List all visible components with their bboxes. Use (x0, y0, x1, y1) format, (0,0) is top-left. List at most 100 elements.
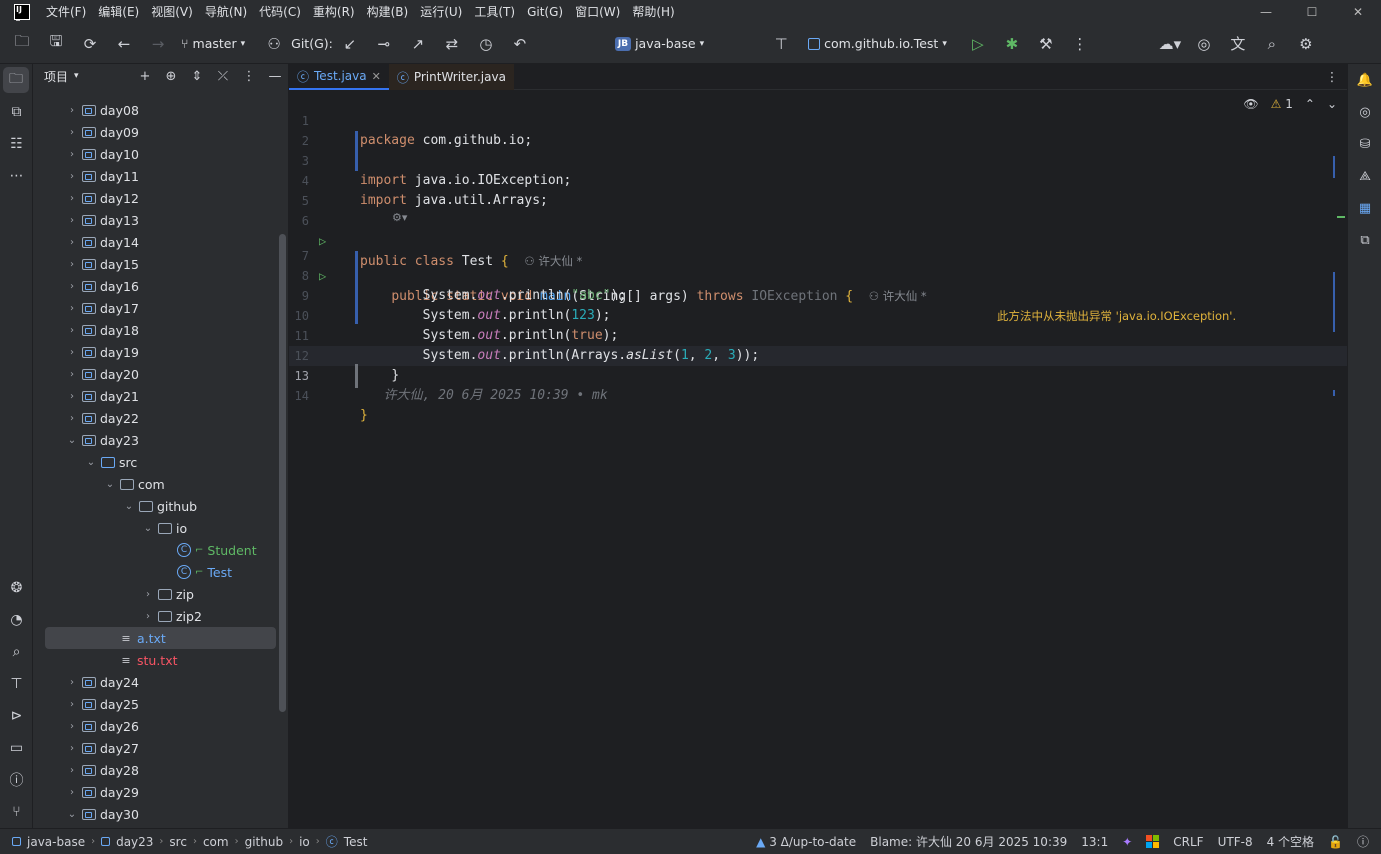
tree-node[interactable]: ⌄ day23 (33, 429, 288, 451)
tree-node[interactable]: ≡ a.txt (45, 627, 276, 649)
tree-node[interactable]: ≡ stu.txt (33, 649, 288, 671)
git-push-icon[interactable]: ↗ (401, 24, 435, 64)
menu-item[interactable]: 重构(R) (307, 0, 361, 24)
chevron-right-icon[interactable]: › (65, 193, 79, 204)
chevron-right-icon[interactable]: › (65, 369, 79, 380)
chevron-right-icon[interactable]: › (65, 325, 79, 336)
menu-item[interactable]: 窗口(W) (569, 0, 626, 24)
expand-all-icon[interactable]: ⇕ (184, 69, 210, 84)
services-icon[interactable]: ⊳ (0, 700, 33, 732)
tree-node[interactable]: › day15 (33, 253, 288, 275)
tree-node[interactable]: ⌄ src (33, 451, 288, 473)
project-scrollbar[interactable] (279, 234, 286, 712)
hide-icon[interactable]: — (262, 69, 288, 84)
menu-item[interactable]: 运行(U) (414, 0, 468, 24)
commit-icon[interactable]: ⧉ (0, 96, 33, 128)
tree-node[interactable]: › zip (33, 583, 288, 605)
chevron-down-icon[interactable]: ⌄ (103, 479, 117, 490)
code-editor[interactable]: 👁 ⚠ 1 ⌃ ⌄ 1 package com.github.io; 2 3 i… (289, 90, 1347, 828)
run-icon[interactable]: ▷ (961, 24, 995, 64)
breadcrumb-item[interactable]: github (245, 835, 283, 849)
tree-node[interactable]: ⌄ day30 (33, 803, 288, 825)
lock-icon[interactable]: 🔓 (1328, 835, 1343, 849)
chevron-down-icon[interactable]: ⌄ (84, 457, 98, 468)
blame-hint[interactable]: 许大仙, 20 6月 2025 10:39 • mk (383, 388, 607, 403)
chevron-down-icon[interactable]: ⌄ (65, 809, 79, 820)
problems-status-icon[interactable]: ⓘ (1357, 833, 1369, 850)
chevron-down-icon[interactable]: ▾ (74, 71, 79, 81)
menu-item[interactable]: 工具(T) (468, 0, 521, 24)
chevron-right-icon[interactable]: › (65, 787, 79, 798)
tree-node[interactable]: C ⌐ Test (33, 561, 288, 583)
caret-position[interactable]: 13:1 (1081, 835, 1108, 849)
git-update-icon[interactable]: ↙ (333, 24, 367, 64)
breadcrumb-item[interactable]: Test (344, 835, 368, 849)
open-folder-icon[interactable]: 🗀 (5, 24, 39, 64)
menu-item[interactable]: 视图(V) (145, 0, 199, 24)
menu-item[interactable]: 构建(B) (361, 0, 415, 24)
tree-node[interactable]: ⌄ io (33, 517, 288, 539)
tree-node[interactable]: › day21 (33, 385, 288, 407)
maven-icon[interactable]: ▦ (1348, 192, 1381, 224)
rollback-icon[interactable]: ↶ (503, 24, 537, 64)
menu-item[interactable]: 帮助(H) (626, 0, 680, 24)
tree-node[interactable]: › day26 (33, 715, 288, 737)
menu-item[interactable]: Git(G) (521, 0, 569, 24)
chevron-right-icon[interactable]: › (65, 149, 79, 160)
hammer-icon[interactable]: ⊤ (764, 24, 798, 64)
ai-inline-icon[interactable]: ⚙▾ (392, 211, 407, 224)
settings-gear-icon[interactable]: ⚙ (1289, 24, 1323, 64)
breadcrumb-item[interactable]: java-base (27, 835, 85, 849)
copilot-icon[interactable]: ⧉ (1348, 224, 1381, 256)
blame-status[interactable]: Blame: 许大仙 20 6月 2025 10:39 (870, 833, 1067, 850)
database-icon[interactable]: ⛁ (1348, 128, 1381, 160)
collapse-all-icon[interactable]: ⤫ (210, 69, 236, 84)
chevron-right-icon[interactable]: › (65, 259, 79, 270)
forward-icon[interactable]: → (141, 24, 175, 64)
close-icon[interactable]: ✕ (1335, 0, 1381, 24)
tree-node[interactable]: › zip2 (33, 605, 288, 627)
tree-node[interactable]: › day25 (33, 693, 288, 715)
tree-node[interactable]: › day17 (33, 297, 288, 319)
git-commit-icon[interactable]: ⊸ (367, 24, 401, 64)
history-icon[interactable]: ◷ (469, 24, 503, 64)
tree-node[interactable]: › day14 (33, 231, 288, 253)
add-icon[interactable]: + (132, 69, 158, 84)
tabs-more-icon[interactable]: ⋮ (1317, 64, 1347, 89)
tree-node[interactable]: › day22 (33, 407, 288, 429)
menu-item[interactable]: 文件(F) (40, 0, 92, 24)
chevron-right-icon[interactable]: › (65, 105, 79, 116)
find-icon[interactable]: ⌕ (0, 636, 33, 668)
chevron-right-icon[interactable]: › (65, 721, 79, 732)
ai-chat-icon[interactable]: ◎ (1348, 96, 1381, 128)
chevron-down-icon[interactable]: ⌄ (122, 501, 136, 512)
tree-node[interactable]: › day18 (33, 319, 288, 341)
gradle-icon[interactable]: ⟁ (1348, 160, 1381, 192)
minimize-icon[interactable]: — (1243, 0, 1289, 24)
tree-node[interactable]: › day13 (33, 209, 288, 231)
breadcrumb-item[interactable]: io (299, 835, 310, 849)
chevron-down-icon[interactable]: ⌄ (65, 435, 79, 446)
vcs-status[interactable]: ▲ 3 Δ/up-to-date (756, 835, 856, 849)
search-icon[interactable]: ⌕ (1255, 24, 1289, 64)
build-tool-icon[interactable]: ⊤ (0, 668, 33, 700)
ai-assistant-icon[interactable]: ☁▾ (1153, 24, 1187, 64)
more-icon[interactable]: ⋮ (1063, 24, 1097, 64)
terminal-icon[interactable]: ▭ (0, 732, 33, 764)
tree-node[interactable]: C ⌐ Student (33, 539, 288, 561)
profiler-icon[interactable]: ◔ (0, 604, 33, 636)
add-user-icon[interactable]: ⚇ (257, 24, 291, 64)
tree-node[interactable]: › day19 (33, 341, 288, 363)
structure-icon[interactable]: ☷ (0, 128, 33, 160)
chevron-right-icon[interactable]: › (65, 281, 79, 292)
breadcrumb-item[interactable]: src (169, 835, 187, 849)
tree-node[interactable]: › day27 (33, 737, 288, 759)
tree-node[interactable]: › day20 (33, 363, 288, 385)
save-icon[interactable]: 🖫 (39, 24, 73, 64)
build-icon[interactable]: ⚒ (1029, 24, 1063, 64)
menu-item[interactable]: 代码(C) (253, 0, 307, 24)
menu-item[interactable]: 导航(N) (199, 0, 253, 24)
chevron-right-icon[interactable]: › (141, 589, 155, 600)
indent-setting[interactable]: 4 个空格 (1267, 833, 1314, 850)
chevron-right-icon[interactable]: › (65, 347, 79, 358)
